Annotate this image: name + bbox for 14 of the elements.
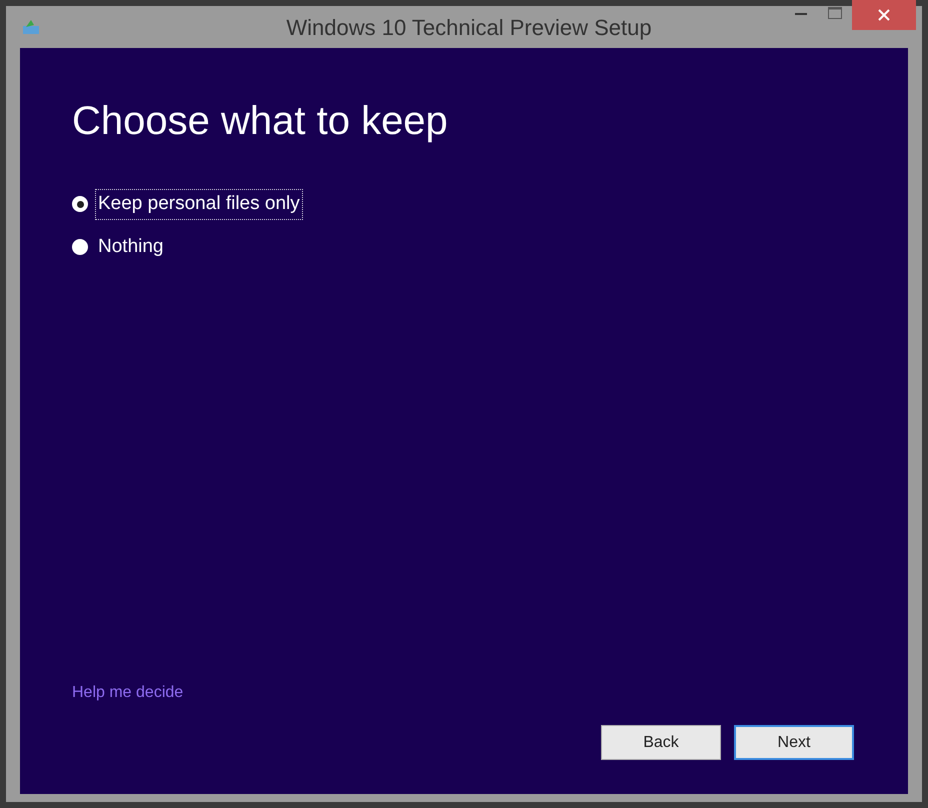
maximize-icon: [828, 7, 842, 19]
radio-button[interactable]: [72, 238, 88, 255]
page-heading: Choose what to keep: [72, 98, 449, 145]
help-link[interactable]: Help me decide: [72, 681, 184, 705]
radio-button[interactable]: [72, 196, 88, 212]
window-title: Windows 10 Technical Preview Setup: [285, 14, 652, 42]
setup-app-icon: [22, 19, 40, 35]
option-label[interactable]: Nothing: [96, 232, 166, 261]
dialog-button[interactable]: Back: [601, 725, 721, 760]
dialog-button[interactable]: Next: [734, 725, 854, 760]
option-label[interactable]: Keep personal files only: [96, 190, 302, 218]
close-icon: [878, 9, 890, 21]
minimize-icon: [795, 12, 807, 14]
close-button[interactable]: [852, 0, 916, 30]
